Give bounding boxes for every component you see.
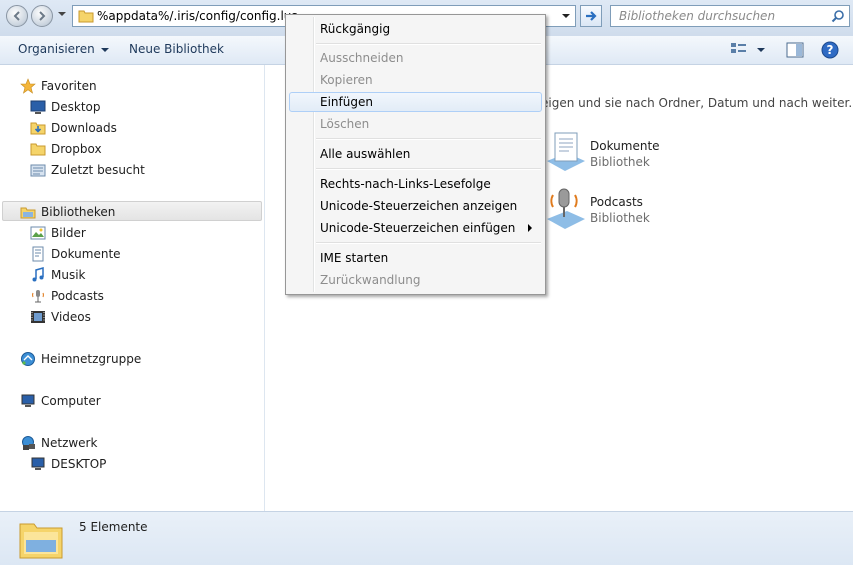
network-computer-icon (31, 457, 45, 470)
back-arrow-icon (13, 11, 20, 21)
libraries-folder-icon (19, 523, 63, 559)
preview-pane-icon[interactable] (786, 42, 804, 58)
music-icon (32, 267, 44, 282)
menu-item-label: IME starten (320, 251, 389, 265)
address-dropdown-icon[interactable] (562, 14, 570, 18)
search-icon[interactable] (831, 9, 845, 23)
network-icon (22, 436, 35, 450)
recent-pages-dropdown[interactable] (58, 12, 66, 16)
search-input[interactable]: Bibliotheken durchsuchen (610, 5, 850, 27)
library-item-documents[interactable]: Dokumente Bibliothek (545, 131, 675, 175)
library-item-podcasts[interactable]: Podcasts Bibliothek (545, 187, 675, 231)
menu-item-label: Ausschneiden (320, 51, 404, 65)
pictures-icon (30, 226, 46, 240)
desktop-icon (30, 100, 46, 114)
menu-item-insert-unicode-control[interactable]: Unicode-Steuerzeichen einfügen (289, 218, 542, 238)
arrow-right-icon (586, 11, 597, 21)
sidebar-item-label: Downloads (51, 121, 117, 135)
address-text[interactable]: %appdata%/.iris/config/config.lua (97, 9, 299, 23)
menu-item-delete: Löschen (289, 114, 542, 134)
sidebar-item-label: Dokumente (51, 247, 121, 261)
computer-icon (21, 394, 35, 407)
context-menu: Rückgängig Ausschneiden Kopieren Einfüge… (285, 14, 546, 295)
sidebar-item-label: DESKTOP (51, 457, 107, 471)
favorites-label: Favoriten (41, 79, 97, 93)
menu-item-label: Einfügen (320, 95, 373, 109)
sidebar-item-label: Musik (51, 268, 86, 282)
svg-text:?: ? (827, 43, 834, 57)
podcasts-library-icon (547, 188, 585, 229)
menu-item-reconversion: Zurückwandlung (289, 270, 542, 290)
sidebar-item-label: Podcasts (51, 289, 104, 303)
back-button[interactable] (6, 5, 28, 27)
sidebar-item-label: Dropbox (51, 142, 102, 156)
sidebar-item-label: Videos (51, 310, 91, 324)
organize-label: Organisieren (18, 42, 95, 56)
library-name: Dokumente (590, 139, 660, 153)
navigation-pane: Favoriten Desktop Downloads Dropbox Zule… (0, 65, 265, 511)
sidebar-item-label: Zuletzt besucht (51, 163, 145, 177)
details-pane: 5 Elemente (0, 511, 853, 565)
item-count: 5 Elemente (79, 520, 148, 534)
homegroup-icon (21, 352, 35, 366)
network-label: Netzwerk (41, 436, 98, 450)
library-type: Bibliothek (590, 211, 650, 225)
search-placeholder: Bibliotheken durchsuchen (619, 9, 776, 23)
submenu-arrow-icon (528, 224, 532, 232)
libraries-icon (20, 207, 36, 219)
menu-item-rtl-reading-order[interactable]: Rechts-nach-Links-Lesefolge (289, 174, 542, 194)
recent-places-icon (30, 164, 46, 177)
menu-item-cut: Ausschneiden (289, 48, 542, 68)
computer-label: Computer (41, 394, 101, 408)
menu-separator (316, 168, 541, 170)
folder-icon (78, 10, 94, 23)
library-hint-text: eigen und sie nach Ordner, Datum und nac… (541, 96, 853, 110)
menu-item-paste[interactable]: Einfügen (289, 92, 542, 112)
menu-item-label: Zurückwandlung (320, 273, 421, 287)
documents-icon (32, 246, 44, 262)
documents-library-icon (547, 132, 585, 171)
videos-icon (31, 311, 45, 323)
go-button[interactable] (580, 5, 602, 27)
menu-item-show-unicode-control[interactable]: Unicode-Steuerzeichen anzeigen (289, 196, 542, 216)
menu-item-label: Rückgängig (320, 22, 391, 36)
menu-item-label: Rechts-nach-Links-Lesefolge (320, 177, 491, 191)
library-name: Podcasts (590, 195, 643, 209)
downloads-folder-icon (30, 122, 46, 135)
homegroup-label: Heimnetzgruppe (41, 352, 142, 366)
sidebar-item-label: Bilder (51, 226, 86, 240)
forward-button[interactable] (31, 5, 53, 27)
podcast-microphone-icon (32, 290, 44, 303)
menu-separator (316, 242, 541, 244)
menu-separator (316, 43, 541, 45)
menu-item-open-ime[interactable]: IME starten (289, 248, 542, 268)
forward-arrow-icon (39, 11, 46, 21)
view-options-icon[interactable] (730, 42, 748, 58)
folder-icon (30, 143, 46, 156)
menu-item-label: Unicode-Steuerzeichen einfügen (320, 221, 516, 235)
libraries-label: Bibliotheken (41, 205, 116, 219)
chevron-down-icon (100, 47, 109, 52)
menu-item-label: Kopieren (320, 73, 373, 87)
menu-item-undo[interactable]: Rückgängig (289, 19, 542, 39)
library-type: Bibliothek (590, 155, 650, 169)
menu-separator (316, 138, 541, 140)
menu-item-label: Löschen (320, 117, 370, 131)
menu-item-copy: Kopieren (289, 70, 542, 90)
menu-item-label: Alle auswählen (320, 147, 411, 161)
menu-item-select-all[interactable]: Alle auswählen (289, 144, 542, 164)
star-icon (20, 78, 36, 94)
sidebar-item-label: Desktop (51, 100, 101, 114)
organize-button[interactable]: Organisieren (18, 42, 109, 56)
menu-item-label: Unicode-Steuerzeichen anzeigen (320, 199, 518, 213)
help-icon[interactable]: ? (821, 41, 839, 59)
view-dropdown-icon[interactable] (757, 48, 765, 52)
new-library-button[interactable]: Neue Bibliothek (129, 42, 224, 56)
